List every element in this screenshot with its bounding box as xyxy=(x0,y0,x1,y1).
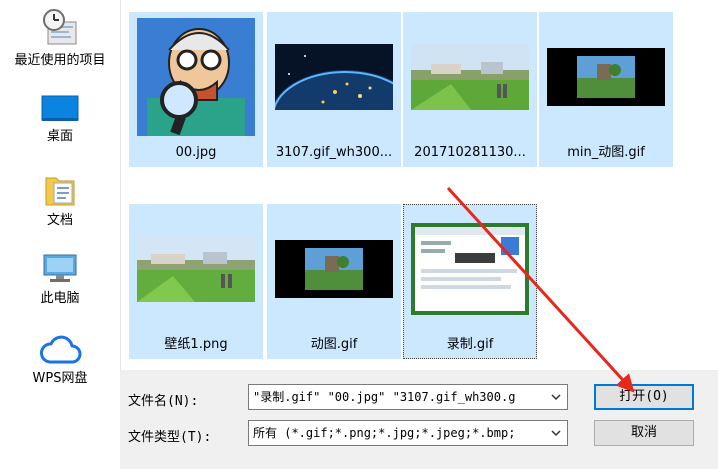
file-name: min_动图.gif xyxy=(567,145,645,160)
navigation-sidebar: 最近使用的项目 桌面 文档 此电脑 WPS网盘 xyxy=(0,0,120,469)
file-tile[interactable]: 201710281130... xyxy=(403,12,537,167)
chevron-down-icon[interactable] xyxy=(548,385,564,409)
filename-label: 文件名(N): xyxy=(128,394,199,409)
file-tile[interactable]: min_动图.gif xyxy=(539,12,673,167)
image-thumbnail xyxy=(275,44,393,110)
sidebar-item-this-pc[interactable]: 此电脑 xyxy=(0,252,120,308)
image-thumbnail xyxy=(411,223,529,315)
file-tile[interactable]: 00.jpg xyxy=(129,12,263,167)
documents-folder-icon xyxy=(45,177,75,206)
open-button[interactable]: 打开(O) xyxy=(594,384,694,410)
image-thumbnail xyxy=(547,48,665,106)
sidebar-item-label: 最近使用的项目 xyxy=(14,53,106,68)
cancel-button[interactable]: 取消 xyxy=(594,420,694,446)
filename-combobox[interactable]: "录制.gif" "00.jpg" "3107.gif_wh300.g xyxy=(248,384,568,410)
dialog-footer: 文件名(N): "录制.gif" "00.jpg" "3107.gif_wh30… xyxy=(120,370,718,469)
file-tile[interactable]: 动图.gif xyxy=(267,204,401,359)
file-tile[interactable]: 录制.gif xyxy=(403,204,537,359)
desktop-icon xyxy=(41,95,79,121)
file-list-view[interactable]: 00.jpg 3107.gif_wh300... 201710281130...… xyxy=(120,0,718,370)
filetype-value: 所有 (*.gif;*.png;*.jpg;*.jpeg;*.bmp; xyxy=(253,426,516,440)
sidebar-item-label: 桌面 xyxy=(46,129,73,144)
sidebar-item-label: 此电脑 xyxy=(40,291,80,306)
image-thumbnail xyxy=(137,18,255,136)
image-thumbnail xyxy=(137,236,255,302)
file-name: 00.jpg xyxy=(175,145,217,160)
sidebar-item-wps-cloud[interactable]: WPS网盘 xyxy=(0,334,120,388)
file-name: 3107.gif_wh300... xyxy=(275,145,393,160)
sidebar-item-label: WPS网盘 xyxy=(32,371,88,386)
file-tile[interactable]: 3107.gif_wh300... xyxy=(267,12,401,167)
file-name: 动图.gif xyxy=(310,337,358,352)
file-name: 201710281130... xyxy=(414,145,526,160)
sidebar-item-desktop[interactable]: 桌面 xyxy=(0,94,120,146)
this-pc-icon xyxy=(43,254,77,282)
filetype-label: 文件类型(T): xyxy=(128,430,212,445)
file-tile[interactable]: 壁纸1.png xyxy=(129,204,263,359)
filename-input[interactable]: "录制.gif" "00.jpg" "3107.gif_wh300.g xyxy=(253,385,547,409)
sidebar-item-label: 文档 xyxy=(46,213,73,228)
chevron-down-icon[interactable] xyxy=(548,421,564,445)
file-name: 录制.gif xyxy=(446,337,494,352)
file-name: 壁纸1.png xyxy=(164,337,228,352)
sidebar-item-documents[interactable]: 文档 xyxy=(0,172,120,230)
filetype-select[interactable]: 所有 (*.gif;*.png;*.jpg;*.jpeg;*.bmp; xyxy=(248,420,568,446)
image-thumbnail xyxy=(275,240,393,298)
image-thumbnail xyxy=(411,44,529,110)
recent-clock-icon xyxy=(43,9,77,45)
sidebar-item-recent[interactable]: 最近使用的项目 xyxy=(0,8,120,70)
wps-cloud-icon xyxy=(40,335,82,364)
